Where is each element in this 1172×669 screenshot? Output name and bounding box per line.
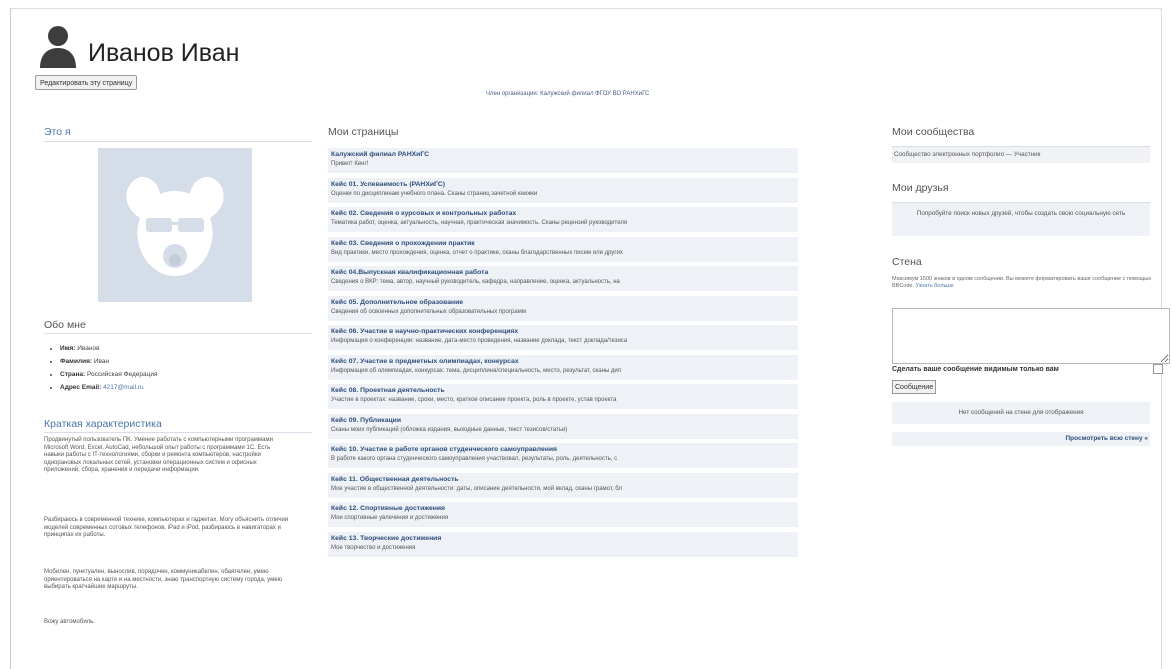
- page-list-item[interactable]: Кейс 08. Проектная деятельность Участие в…: [328, 384, 798, 409]
- page-description: Мои спортивные увлечения и достижения: [331, 515, 449, 521]
- wall-heading: Стена: [892, 256, 922, 268]
- page-link[interactable]: Кейс 02. Сведения о курсовых и контрольн…: [331, 209, 795, 218]
- friends-empty-message: Попробуйте поиск новых друзей, чтобы соз…: [892, 202, 1150, 236]
- page-description: Мое участие в общественной деятельности:…: [331, 485, 622, 492]
- list-item: Страна: Российская Федерация: [60, 368, 158, 381]
- page-list-item[interactable]: Кейс 09. Публикации Сканы моих публикаций…: [328, 413, 798, 439]
- view-wall-link[interactable]: Просмотреть всю стену »: [892, 432, 1150, 446]
- private-message-label: Сделать ваше сообщение видимым только ва…: [892, 366, 1059, 373]
- list-item: Фамилия: Иван: [60, 355, 158, 368]
- page-list-item[interactable]: Кейс 07. Участие в предметных олимпиадах…: [328, 354, 798, 380]
- page-description: Сканы моих публикаций (обложка издания, …: [331, 426, 568, 433]
- characteristic-paragraph: Мобилен, пунктуален, вынослив, порядочен…: [44, 569, 283, 591]
- characteristics-title: Краткая характеристика: [44, 418, 312, 433]
- organization-link[interactable]: Член организации: Калужский филиал ФГОУ …: [486, 91, 649, 97]
- page-description: Привет! Кенг!: [331, 161, 369, 167]
- page-description: Оценки по дисциплинам учебного плана. Ск…: [331, 190, 538, 197]
- wall-instructions: Максимум 1500 знаков в одном сообщении. …: [892, 276, 1152, 289]
- page-list-item[interactable]: Кейс 12. Спортивные достижения Мои спорти…: [328, 502, 798, 527]
- page-list-item[interactable]: Кейс 01. Успеваемость (РАНХиГС) Оценки по…: [328, 177, 798, 203]
- page-description: Информация об олимпиадах, конкурсах: тем…: [331, 367, 622, 374]
- page-link[interactable]: Кейс 06. Участие в научно-практических к…: [331, 327, 795, 336]
- no-wall-posts-message: Нет сообщений на стене для отображения: [892, 402, 1150, 424]
- page-list-item[interactable]: Кейс 13. Творческие достижения Мое творче…: [328, 531, 798, 557]
- page-link[interactable]: Кейс 11. Общественная деятельность: [331, 475, 795, 484]
- user-icon: [40, 26, 76, 68]
- left-column: Это я Обо мне Имя: Иванов Фамилия: Иван …: [44, 126, 312, 625]
- about-section-title: Обо мне: [44, 319, 312, 334]
- page-list-item[interactable]: Кейс 05. Дополнительное образование Сведе…: [328, 295, 798, 321]
- page-link[interactable]: Кейс 03. Сведения о прохождении практик: [331, 239, 795, 248]
- page-link[interactable]: Кейс 09. Публикации: [331, 416, 795, 425]
- page-description: Информация о конференции: название, дата…: [331, 338, 628, 344]
- about-me-heading: Это я: [44, 126, 312, 142]
- page-link[interactable]: Кейс 05. Дополнительное образование: [331, 298, 795, 307]
- community-item[interactable]: Сообщество электронных портфолио — Участ…: [892, 146, 1150, 163]
- page-description: В работе какого органа студенческого сам…: [331, 456, 618, 462]
- page-list-item[interactable]: Кейс 11. Общественная деятельность Мое уч…: [328, 472, 798, 498]
- my-pages-column: Мои страницы Калужский филиал РАНХиГС При…: [328, 126, 798, 557]
- pages-list: Калужский филиал РАНХиГС Привет! Кенг! Кей…: [328, 148, 798, 561]
- page-list-item[interactable]: Кейс 03. Сведения о прохождении практик В…: [328, 236, 798, 262]
- page-link[interactable]: Кейс 10. Участие в работе органов студен…: [331, 445, 795, 454]
- post-message-button[interactable]: Сообщение: [892, 380, 937, 394]
- page-link[interactable]: Кейс 13. Творческие достижения: [331, 534, 795, 543]
- avatar: [98, 148, 252, 302]
- page-list-item[interactable]: Кейс 04.Выпускная квалификационная работ…: [328, 266, 798, 291]
- page-link[interactable]: Калужский филиал РАНХиГС: [331, 150, 795, 159]
- page-description: Сведения об освоенных дополнительных обр…: [331, 308, 526, 315]
- page-description: Сведения о ВКР: тема, автор, научный рук…: [331, 279, 620, 285]
- page-list-item[interactable]: Кейс 06. Участие в научно-практических к…: [328, 325, 798, 350]
- characteristic-paragraph: Продвинутый пользователь ПК. Умение рабо…: [44, 437, 273, 474]
- page-list-item[interactable]: Калужский филиал РАНХиГС Привет! Кенг!: [328, 148, 798, 173]
- friends-heading: Мои друзья: [892, 182, 949, 194]
- page-link[interactable]: Кейс 12. Спортивные достижения: [331, 504, 795, 513]
- about-list: Имя: Иванов Фамилия: Иван Страна: Россий…: [52, 342, 158, 394]
- page-link[interactable]: Кейс 04.Выпускная квалификационная работ…: [331, 268, 795, 277]
- page-description: Вид практики, место прохождения, оценка,…: [331, 249, 623, 256]
- characteristic-paragraph: Вожу автомобиль.: [44, 619, 95, 625]
- page-list-item[interactable]: Кейс 10. Участие в работе органов студен…: [328, 443, 798, 468]
- page-link[interactable]: Кейс 07. Участие в предметных олимпиадах…: [331, 357, 795, 366]
- wall-message-input[interactable]: [892, 308, 1170, 364]
- email-link[interactable]: 4217@mail.ru: [103, 384, 144, 391]
- edit-page-button[interactable]: Редактировать эту страницу: [35, 75, 138, 90]
- page-description: Мое творчество и достижения: [331, 544, 416, 551]
- page-description: Участие в проектах: название, сроки, мес…: [331, 397, 617, 403]
- characteristic-paragraph: Разбираюсь в современной технике, компью…: [44, 517, 289, 539]
- page-link[interactable]: Кейс 08. Проектная деятельность: [331, 386, 795, 395]
- page-list-item[interactable]: Кейс 02. Сведения о курсовых и контрольн…: [328, 207, 798, 232]
- page-description: Тематика работ, оценка, актуальность, на…: [331, 220, 628, 226]
- private-message-checkbox[interactable]: [1153, 364, 1163, 374]
- my-pages-heading: Мои страницы: [328, 126, 399, 138]
- list-item: Адрес Email: 4217@mail.ru: [60, 381, 158, 394]
- page-title: Иванов Иван: [88, 39, 240, 67]
- learn-more-link[interactable]: Узнать больше: [916, 283, 954, 289]
- page-link[interactable]: Кейс 01. Успеваемость (РАНХиГС): [331, 180, 795, 189]
- list-item: Имя: Иванов: [60, 342, 158, 355]
- communities-heading: Мои сообщества: [892, 126, 975, 138]
